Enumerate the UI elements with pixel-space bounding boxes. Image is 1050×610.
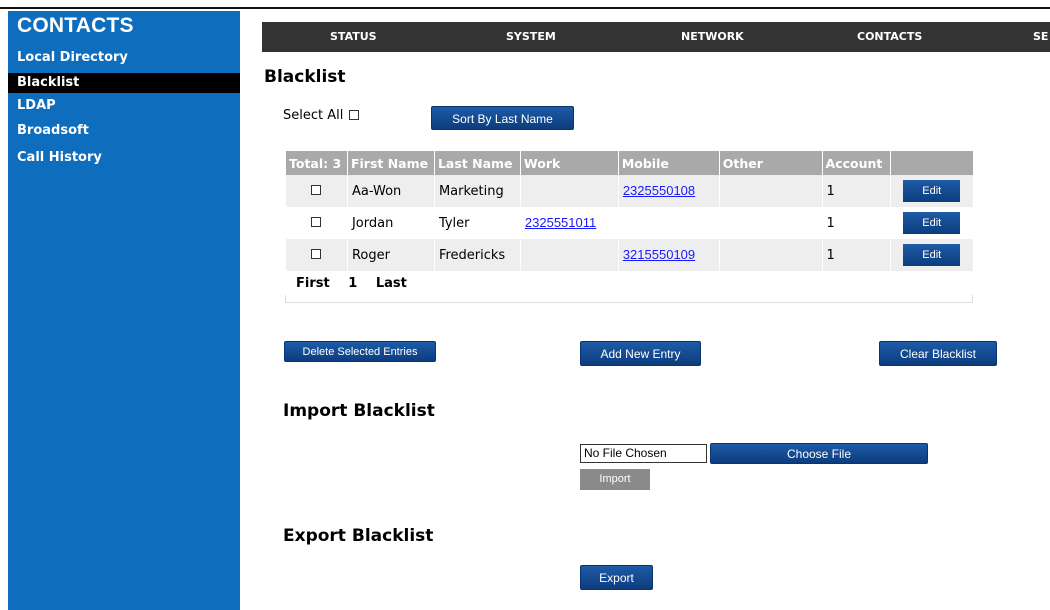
mobile-number-link[interactable]: 3215550109 bbox=[623, 247, 695, 262]
column-header-first-name: First Name bbox=[346, 151, 435, 175]
cell-last-name: Tyler bbox=[433, 207, 521, 239]
select-all-label: Select All bbox=[283, 108, 344, 123]
tab-status[interactable]: STATUS bbox=[330, 22, 377, 52]
cell-last-name: Fredericks bbox=[433, 239, 521, 271]
edit-button[interactable]: Edit bbox=[903, 212, 961, 234]
column-header-work: Work bbox=[519, 151, 619, 175]
cell-account: 1 bbox=[821, 175, 891, 207]
cell-mobile: 3215550109 bbox=[617, 239, 720, 271]
mobile-number-link[interactable]: 2325550108 bbox=[623, 183, 695, 198]
row-checkbox[interactable] bbox=[311, 216, 322, 227]
sidebar-item-local-directory[interactable]: Local Directory bbox=[8, 48, 240, 68]
sidebar-item-call-history[interactable]: Call History bbox=[8, 148, 240, 168]
edit-button[interactable]: Edit bbox=[903, 180, 961, 202]
column-header-account: Account bbox=[821, 151, 891, 175]
export-heading: Export Blacklist bbox=[283, 526, 434, 546]
tab-network[interactable]: NETWORK bbox=[681, 22, 744, 52]
clear-blacklist-button[interactable]: Clear Blacklist bbox=[879, 341, 997, 366]
cell-first-name: Jordan bbox=[346, 207, 435, 239]
cell-work bbox=[519, 175, 619, 207]
cell-first-name: Roger bbox=[346, 239, 435, 271]
column-header-other: Other bbox=[718, 151, 823, 175]
tab-settings[interactable]: SE bbox=[1033, 22, 1048, 52]
cell-mobile: 2325550108 bbox=[617, 175, 720, 207]
table-row: Jordan Tyler 2325551011 1 Edit bbox=[285, 207, 973, 239]
choose-file-button[interactable]: Choose File bbox=[710, 443, 928, 464]
sidebar-title: CONTACTS bbox=[17, 14, 134, 37]
add-new-entry-button[interactable]: Add New Entry bbox=[580, 341, 701, 366]
cell-last-name: Marketing bbox=[433, 175, 521, 207]
delete-selected-button[interactable]: Delete Selected Entries bbox=[284, 341, 436, 362]
column-header-mobile: Mobile bbox=[617, 151, 720, 175]
cell-work bbox=[519, 239, 619, 271]
cell-mobile bbox=[617, 207, 720, 239]
work-number-link[interactable]: 2325551011 bbox=[525, 215, 596, 230]
cell-first-name: Aa-Won bbox=[346, 175, 435, 207]
top-nav: STATUS SYSTEM NETWORK CONTACTS SE bbox=[262, 22, 1050, 52]
pager-last[interactable]: Last bbox=[376, 276, 407, 291]
pager-page-number[interactable]: 1 bbox=[348, 276, 357, 291]
table-header-row: Total: 3 First Name Last Name Work Mobil… bbox=[285, 151, 973, 175]
row-checkbox[interactable] bbox=[311, 248, 322, 259]
cell-other bbox=[718, 207, 823, 239]
cell-account: 1 bbox=[821, 207, 891, 239]
top-border bbox=[0, 0, 1050, 9]
import-heading: Import Blacklist bbox=[283, 401, 435, 421]
column-header-total: Total: 3 bbox=[285, 151, 348, 175]
import-button[interactable]: Import bbox=[580, 469, 650, 490]
sidebar-item-broadsoft[interactable]: Broadsoft bbox=[8, 121, 240, 141]
select-all-checkbox[interactable] bbox=[349, 110, 359, 120]
table-row: Aa-Won Marketing 2325550108 1 Edit bbox=[285, 175, 973, 207]
edit-button[interactable]: Edit bbox=[903, 244, 961, 266]
row-checkbox[interactable] bbox=[311, 184, 322, 195]
page-title: Blacklist bbox=[264, 67, 346, 87]
cell-work: 2325551011 bbox=[519, 207, 619, 239]
column-header-action bbox=[889, 151, 973, 175]
column-header-last-name: Last Name bbox=[433, 151, 521, 175]
sidebar: CONTACTS Local Directory Blacklist LDAP … bbox=[8, 11, 240, 610]
pager-first[interactable]: First bbox=[296, 276, 330, 291]
cell-other bbox=[718, 175, 823, 207]
cell-account: 1 bbox=[821, 239, 891, 271]
pager-row: First 1 Last bbox=[285, 271, 973, 295]
tab-system[interactable]: SYSTEM bbox=[506, 22, 556, 52]
export-button[interactable]: Export bbox=[580, 565, 653, 590]
sidebar-item-ldap[interactable]: LDAP bbox=[8, 96, 240, 116]
cell-other bbox=[718, 239, 823, 271]
sidebar-item-blacklist[interactable]: Blacklist bbox=[8, 73, 240, 93]
tab-contacts[interactable]: CONTACTS bbox=[857, 22, 922, 52]
sort-by-last-name-button[interactable]: Sort By Last Name bbox=[431, 106, 574, 130]
blacklist-table: Total: 3 First Name Last Name Work Mobil… bbox=[285, 151, 973, 295]
table-row: Roger Fredericks 3215550109 1 Edit bbox=[285, 239, 973, 271]
file-name-field: No File Chosen bbox=[580, 444, 707, 463]
